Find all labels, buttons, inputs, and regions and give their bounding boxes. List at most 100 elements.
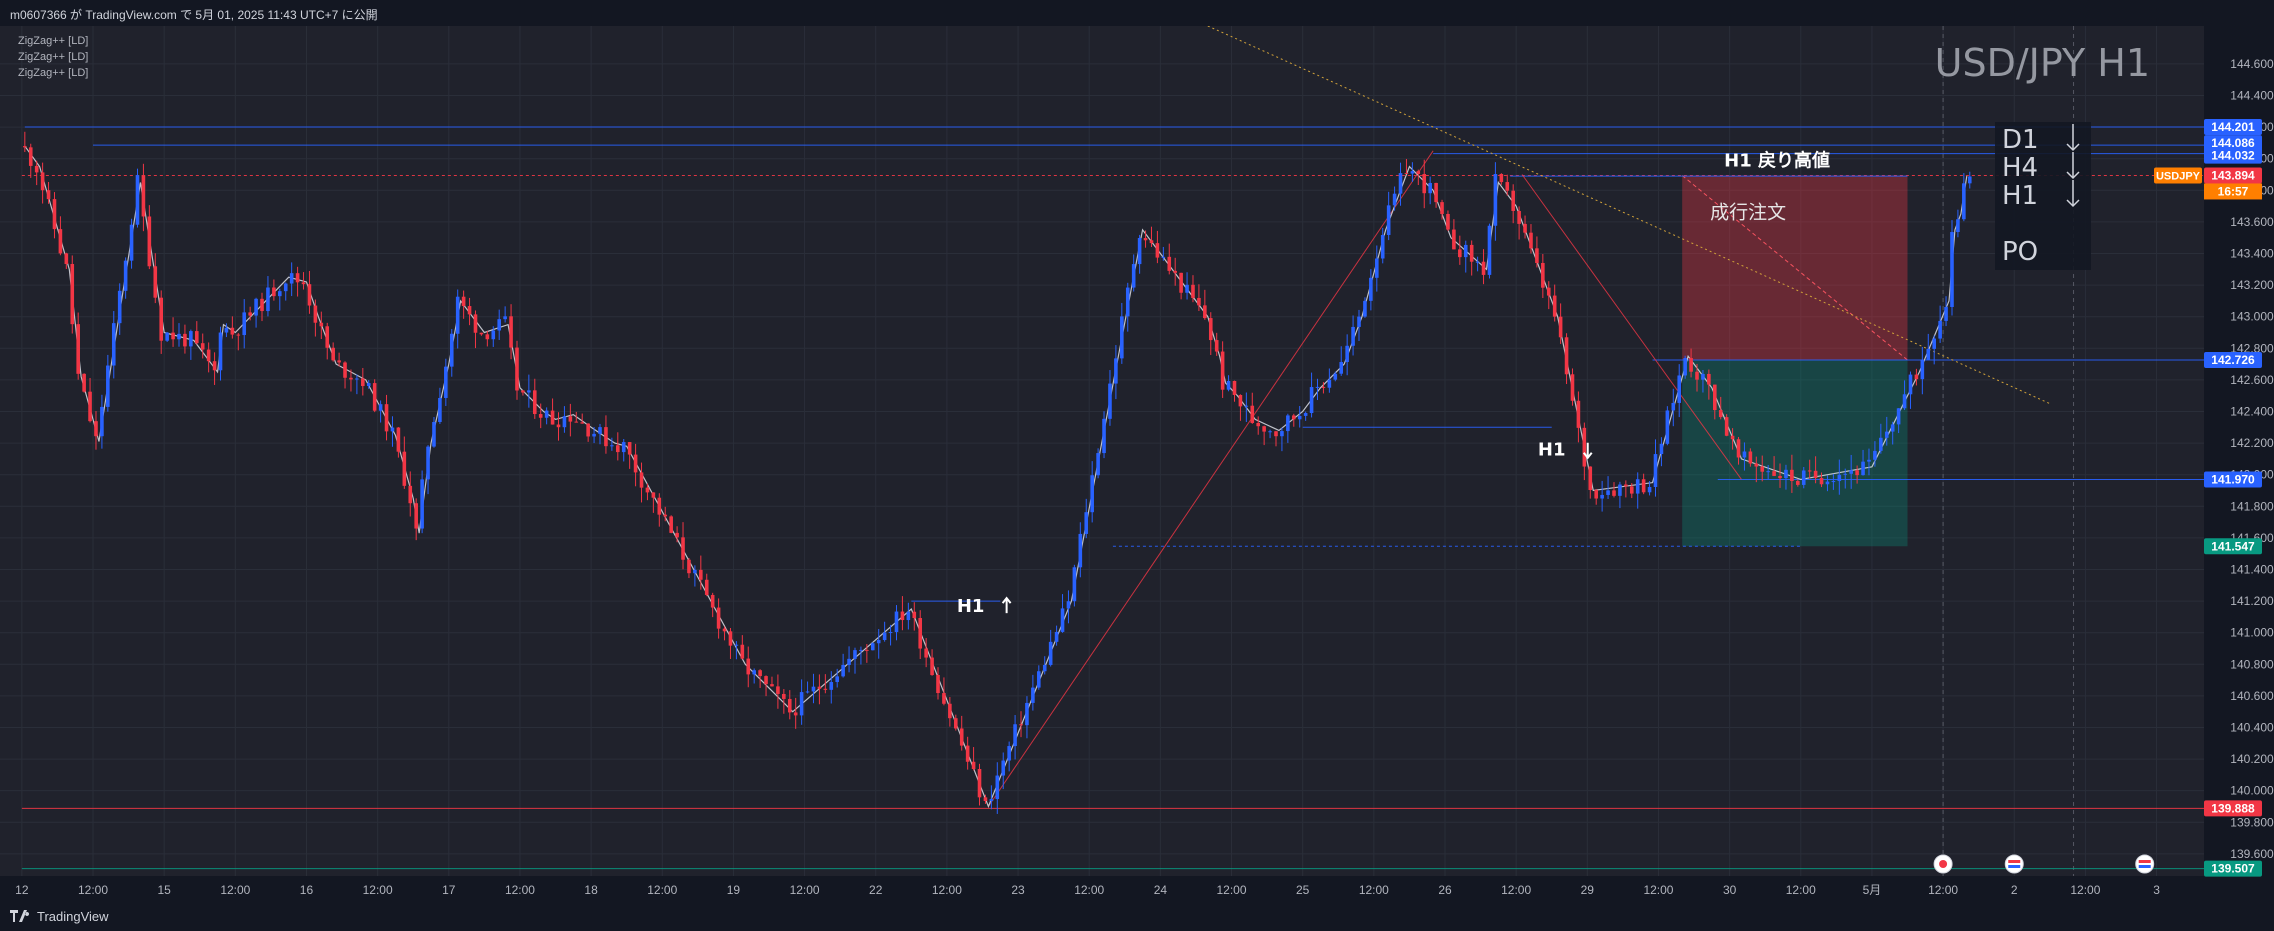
- event-dot-icon: [1939, 860, 1948, 868]
- candle-body: [1025, 702, 1029, 726]
- x-tick-label: 12:00: [647, 883, 677, 897]
- candle-body: [438, 397, 442, 422]
- candle-body: [1896, 408, 1901, 425]
- candle-body: [870, 643, 875, 651]
- candle-body: [1570, 374, 1575, 401]
- candle-body: [236, 334, 241, 336]
- candle-body: [752, 670, 756, 675]
- candle-body: [1434, 182, 1438, 203]
- candle-body: [983, 797, 988, 801]
- candle-body: [194, 331, 199, 344]
- candle-body: [123, 260, 128, 291]
- candle-body: [805, 691, 810, 693]
- candle-body: [924, 648, 928, 658]
- candle-body: [1950, 232, 1954, 307]
- candle-body: [1048, 641, 1053, 665]
- top-bar: m0607366 が TradingView.com で 5月 01, 2025…: [0, 0, 2274, 26]
- y-tick-label: 139.600: [2230, 847, 2274, 861]
- trend-label-h1: H1: [2002, 181, 2038, 211]
- us-flag-icon[interactable]: [2004, 854, 2024, 874]
- candle-body: [1481, 261, 1486, 275]
- candle-body: [1582, 427, 1587, 467]
- candle-body: [1351, 326, 1355, 346]
- candle-body: [1813, 470, 1818, 479]
- candle-body: [58, 229, 63, 254]
- candle-body: [859, 649, 863, 651]
- candle-body: [1499, 173, 1504, 183]
- candle-body: [242, 312, 247, 336]
- candle-body: [189, 331, 193, 347]
- x-tick-label: 12:00: [78, 883, 108, 897]
- candle-body: [693, 569, 697, 574]
- x-tick-label: 2: [2011, 883, 2018, 897]
- chart-canvas[interactable]: 144.600144.400144.200144.000143.800143.6…: [0, 26, 2274, 902]
- candle-body: [1137, 237, 1142, 265]
- candle-body: [1339, 362, 1344, 374]
- candle-body: [645, 487, 650, 493]
- us-flag-icon[interactable]: [2135, 854, 2155, 874]
- candle-body: [467, 306, 472, 315]
- candle-body: [853, 650, 857, 659]
- candle-body: [1867, 459, 1871, 462]
- candle-body: [1232, 380, 1237, 395]
- candle-body: [556, 424, 561, 428]
- candle-body: [1369, 277, 1373, 301]
- candle-body: [728, 631, 733, 646]
- candle-body: [1078, 533, 1083, 568]
- candle-body: [414, 503, 418, 529]
- candle-body: [34, 165, 39, 173]
- candle-body: [491, 330, 496, 340]
- candle-body: [76, 324, 80, 374]
- candle-body: [165, 332, 169, 341]
- candle-body: [497, 319, 502, 331]
- candle-body: [1072, 567, 1077, 602]
- candle-body: [1926, 348, 1931, 360]
- candle-body: [1920, 359, 1925, 380]
- candle-body: [117, 290, 122, 324]
- candle-body: [1724, 417, 1729, 436]
- candle-body: [1890, 424, 1895, 432]
- annotation-label: H1: [957, 596, 985, 617]
- countdown-label: 16:57: [2218, 184, 2249, 198]
- candle-body: [384, 404, 389, 432]
- candle-body: [509, 316, 513, 348]
- candle-body: [538, 414, 543, 418]
- candle-body: [1855, 470, 1859, 476]
- candle-body: [278, 291, 282, 297]
- candle-body: [1689, 358, 1693, 372]
- candle-body: [266, 287, 270, 312]
- candle-body: [704, 579, 709, 595]
- candle-body: [1505, 182, 1510, 191]
- x-tick-label: 12:00: [1928, 883, 1958, 897]
- price-label: 141.547: [2211, 539, 2255, 553]
- x-tick-label: 12:00: [2070, 883, 2100, 897]
- candle-body: [52, 199, 57, 230]
- y-tick-label: 140.200: [2230, 752, 2274, 766]
- candle-body: [598, 427, 602, 434]
- candle-body: [1825, 481, 1830, 485]
- candle-body: [1707, 373, 1711, 385]
- candle-body: [260, 298, 264, 312]
- candle-body: [82, 373, 86, 392]
- x-tick-label: 3: [2153, 883, 2160, 897]
- candle-body: [1333, 373, 1338, 380]
- tradingview-brand[interactable]: TradingView: [10, 906, 109, 926]
- candle-body: [1120, 316, 1124, 359]
- candle-body: [746, 658, 751, 675]
- candle-body: [64, 253, 69, 264]
- x-tick-label: 12: [15, 883, 29, 897]
- candle-body: [829, 682, 834, 690]
- candle-body: [46, 190, 51, 200]
- candle-body: [171, 332, 175, 340]
- candle-body: [1084, 512, 1089, 534]
- y-tick-label: 141.000: [2230, 626, 2274, 640]
- candle-body: [681, 537, 685, 560]
- price-label: 139.888: [2211, 801, 2255, 815]
- candle-body: [1066, 601, 1071, 609]
- candle-body: [722, 628, 727, 632]
- candle-body: [1031, 687, 1035, 703]
- legend-entry: ZigZag++ [LD]: [18, 35, 88, 47]
- candle-body: [372, 383, 377, 411]
- candle-body: [532, 390, 537, 415]
- candle-body: [1748, 451, 1753, 464]
